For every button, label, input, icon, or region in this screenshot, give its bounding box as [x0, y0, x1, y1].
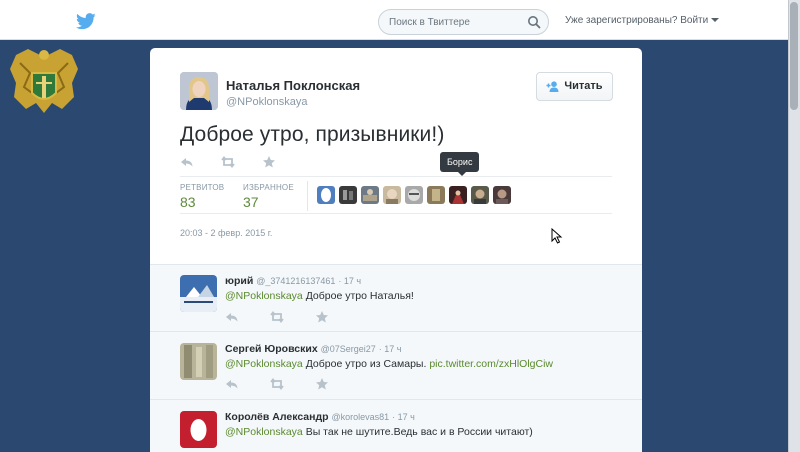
favorites-label: ИЗБРАННОЕ — [243, 183, 294, 192]
stats-divider — [307, 181, 308, 211]
favoriter-avatar[interactable] — [471, 186, 489, 204]
reply-header: Сергей Юровских @07Sergei27 · 17 ч — [225, 343, 402, 355]
twitter-bird-icon[interactable] — [76, 13, 96, 30]
reply-mention[interactable]: @NPoklonskaya — [225, 290, 303, 302]
favorite-icon[interactable] — [315, 377, 329, 391]
prosecutor-emblem-image — [6, 43, 82, 123]
search-input[interactable] — [389, 10, 524, 34]
reply-body: Вы так не шутите.Ведь вас и в России чит… — [305, 426, 533, 438]
retweet-icon[interactable] — [270, 377, 284, 391]
reply-avatar[interactable] — [180, 275, 217, 312]
follow-button[interactable]: Читать — [536, 72, 613, 101]
reply-icon[interactable] — [225, 377, 239, 391]
user-tooltip: Борис — [440, 152, 480, 176]
reply-icon[interactable] — [225, 310, 239, 324]
reply-avatar[interactable] — [180, 343, 217, 380]
tweet-stats: РЕТВИТОВ 83 ИЗБРАННОЕ 37 — [180, 176, 612, 214]
reply-mention[interactable]: @NPoklonskaya — [225, 426, 303, 438]
login-dropdown[interactable]: Уже зарегистрированы? Войти — [565, 15, 720, 26]
favorite-icon[interactable] — [315, 310, 329, 324]
retweet-icon[interactable] — [221, 155, 235, 169]
tweet-text: Доброе утро, призывники!) — [180, 123, 445, 146]
reply-body: Доброе утро из Самары. — [305, 358, 427, 370]
favoriter-avatar[interactable] — [427, 186, 445, 204]
reply-text: @NPoklonskaya Вы так не шутите.Ведь вас … — [225, 426, 533, 438]
favoriter-avatar[interactable] — [449, 186, 467, 204]
reply-author-name[interactable]: Сергей Юровских — [225, 343, 318, 355]
favoriter-avatar[interactable] — [493, 186, 511, 204]
reply-pic-link[interactable]: pic.twitter.com/zxHlOlgCiw — [429, 358, 553, 370]
scrollbar-thumb[interactable] — [790, 2, 798, 110]
retweets-count[interactable]: 83 — [180, 194, 196, 210]
reply-avatar[interactable] — [180, 411, 217, 448]
reply-header: Королёв Александр @korolevas81 · 17 ч — [225, 411, 415, 423]
reply-item[interactable]: Сергей Юровских @07Sergei27 · 17 ч @NPok… — [150, 333, 642, 400]
favorite-icon[interactable] — [262, 155, 276, 169]
top-navigation-bar: Уже зарегистрированы? Войти — [0, 0, 800, 40]
favoriter-avatar[interactable] — [383, 186, 401, 204]
search-icon[interactable] — [527, 15, 541, 29]
favoriter-avatar[interactable] — [339, 186, 357, 204]
reply-header: юрий @_3741216137461 · 17 ч — [225, 275, 362, 287]
login-label: Уже зарегистрированы? Войти — [565, 15, 709, 26]
reply-text: @NPoklonskaya Доброе утро из Самары. pic… — [225, 358, 553, 370]
author-avatar[interactable] — [180, 72, 218, 110]
favorites-count[interactable]: 37 — [243, 194, 259, 210]
author-name[interactable]: Наталья Поклонская — [226, 78, 360, 93]
search-box — [378, 9, 549, 35]
reply-body: Доброе утро Наталья! — [305, 290, 414, 302]
caret-down-icon — [711, 18, 720, 23]
reply-time[interactable]: 17 ч — [384, 344, 401, 354]
replies-list: юрий @_3741216137461 · 17 ч @NPoklonskay… — [150, 264, 642, 452]
tweet-card: Наталья Поклонская @NPoklonskaya Читать … — [150, 48, 642, 452]
follow-label: Читать — [564, 80, 603, 93]
reply-icon[interactable] — [180, 155, 194, 169]
author-handle[interactable]: @NPoklonskaya — [226, 96, 307, 108]
reply-time[interactable]: 17 ч — [344, 276, 361, 286]
mouse-cursor-icon — [551, 228, 563, 244]
reply-item[interactable]: юрий @_3741216137461 · 17 ч @NPoklonskay… — [150, 265, 642, 332]
reply-author-name[interactable]: Королёв Александр — [225, 411, 329, 423]
retweet-icon[interactable] — [270, 310, 284, 324]
favoriter-avatar[interactable] — [361, 186, 379, 204]
reply-item[interactable]: Королёв Александр @korolevas81 · 17 ч @N… — [150, 401, 642, 452]
tweet-actions — [180, 155, 280, 169]
reply-time[interactable]: 17 ч — [398, 412, 415, 422]
reply-actions — [225, 310, 328, 324]
favoriter-avatar[interactable] — [405, 186, 423, 204]
retweets-label: РЕТВИТОВ — [180, 183, 225, 192]
reply-mention[interactable]: @NPoklonskaya — [225, 358, 303, 370]
tweet-timestamp[interactable]: 20:03 - 2 февр. 2015 г. — [180, 228, 272, 238]
reply-author-handle[interactable]: @_3741216137461 — [256, 276, 335, 286]
reply-actions — [225, 377, 328, 391]
favoriter-avatar[interactable] — [317, 186, 335, 204]
reply-author-handle[interactable]: @korolevas81 — [332, 412, 390, 422]
follow-user-icon — [546, 81, 559, 93]
reply-text: @NPoklonskaya Доброе утро Наталья! — [225, 290, 414, 302]
reply-author-name[interactable]: юрий — [225, 275, 253, 287]
reply-author-handle[interactable]: @07Sergei27 — [321, 344, 376, 354]
